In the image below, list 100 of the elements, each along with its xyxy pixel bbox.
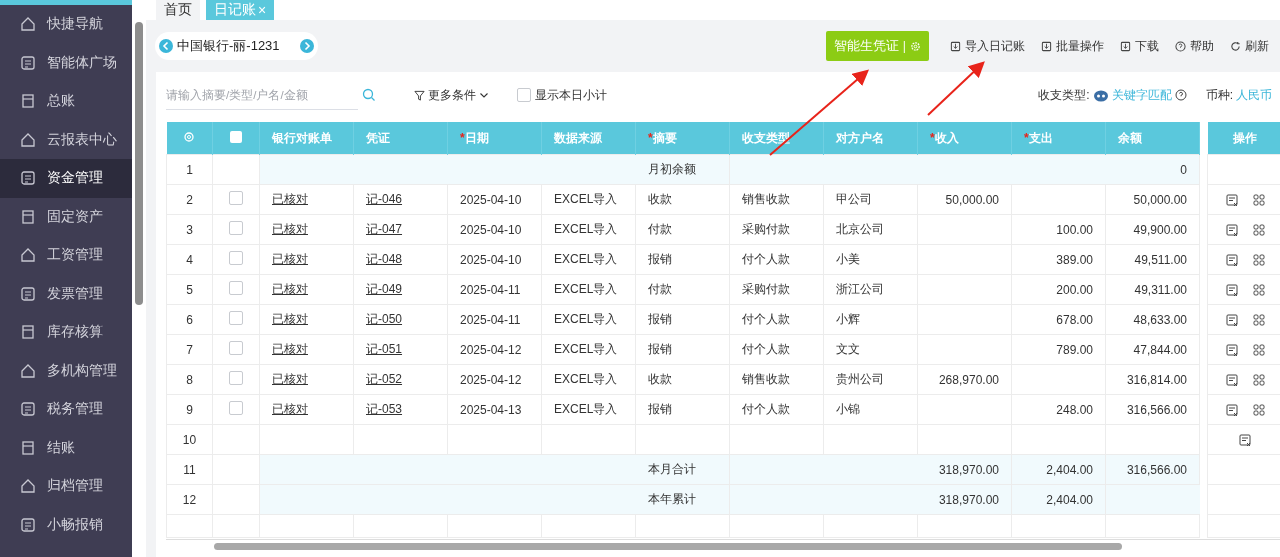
table-cell: 销售收款 [729, 364, 824, 395]
reconciled-link[interactable]: 已核对 [272, 372, 308, 386]
grid-icon[interactable] [1252, 254, 1265, 267]
voucher-link[interactable]: 记-047 [366, 222, 403, 236]
table-cell: 200.00 [1011, 274, 1106, 305]
voucher-link[interactable]: 记-052 [366, 372, 403, 386]
tool-icon [1120, 40, 1131, 52]
voucher-link[interactable]: 记-049 [366, 282, 403, 296]
annotation-arrow [927, 61, 985, 116]
reconciled-link[interactable]: 已核对 [272, 192, 308, 206]
more-filters-button[interactable]: 更多条件 [414, 86, 489, 104]
table-cell: 49,311.00 [1105, 274, 1200, 305]
toolbar-button[interactable]: 批量操作 [1034, 34, 1111, 58]
menu-icon [20, 401, 36, 418]
voucher-link[interactable]: 记-051 [366, 342, 403, 356]
menu-icon [20, 362, 36, 379]
row-number: 6 [166, 304, 213, 335]
toolbar-button[interactable]: 刷新 [1223, 34, 1276, 58]
edit-icon[interactable] [1225, 223, 1239, 237]
sidebar-item[interactable]: 结账 [0, 428, 132, 467]
edit-icon[interactable] [1225, 313, 1239, 327]
sidebar-item[interactable]: 资金管理 [0, 159, 132, 198]
table-cell: 文文 [823, 334, 918, 365]
voucher-link[interactable]: 记-048 [366, 252, 403, 266]
edit-icon[interactable] [1225, 253, 1239, 267]
sidebar-item[interactable]: 智能体广场 [0, 43, 132, 82]
edit-icon[interactable] [1225, 373, 1239, 387]
table-cell: EXCEL导入 [541, 334, 636, 365]
sidebar-item[interactable]: 工资管理 [0, 236, 132, 275]
table-cell: 采购付款 [729, 274, 824, 305]
edit-icon[interactable] [1225, 283, 1239, 297]
grid-icon[interactable] [1252, 374, 1265, 387]
sidebar-item[interactable]: 发票管理 [0, 274, 132, 313]
menu-icon [20, 93, 36, 110]
table-cell: 2025-04-11 [447, 274, 542, 305]
row-checkbox[interactable] [229, 191, 243, 205]
scrollbar[interactable] [166, 539, 1280, 552]
row-checkbox[interactable] [229, 251, 243, 265]
sidebar-item[interactable]: 税务管理 [0, 390, 132, 429]
table-cell: 报销 [635, 304, 730, 335]
sidebar-item[interactable]: 归档管理 [0, 467, 132, 506]
table-cell: 本年累计 [635, 484, 730, 515]
table-cell: EXCEL导入 [541, 214, 636, 245]
table-cell: 2,404.00 [1011, 484, 1106, 515]
edit-icon[interactable] [1238, 433, 1252, 447]
checkbox-label: 显示本日小计 [535, 86, 607, 104]
help-icon[interactable] [1174, 89, 1187, 101]
reconciled-link[interactable]: 已核对 [272, 252, 308, 266]
reconciled-link[interactable]: 已核对 [272, 312, 308, 326]
sidebar-item[interactable]: 云报表中心 [0, 120, 132, 159]
row-checkbox[interactable] [229, 311, 243, 325]
scrollbar[interactable] [132, 0, 146, 557]
toolbar-button[interactable]: 导入日记账 [943, 34, 1032, 58]
grid-icon[interactable] [1252, 194, 1265, 207]
search-field[interactable]: 请输入摘要/类型/户名/金额 [166, 80, 358, 110]
reconciled-link[interactable]: 已核对 [272, 402, 308, 416]
table-cell: 49,900.00 [1105, 214, 1200, 245]
grid-icon[interactable] [1252, 404, 1265, 417]
select-all-checkbox[interactable] [230, 130, 242, 143]
sidebar-item[interactable]: 库存核算 [0, 313, 132, 352]
reconciled-link[interactable]: 已核对 [272, 342, 308, 356]
table-cell: 付款 [635, 214, 730, 245]
toolbar-button[interactable]: 帮助 [1168, 34, 1221, 58]
table-cell: 318,970.00 [917, 454, 1012, 485]
voucher-link[interactable]: 记-046 [366, 192, 403, 206]
edit-icon[interactable] [1225, 193, 1239, 207]
toolbar-button[interactable]: 下载 [1113, 34, 1166, 58]
sidebar-item[interactable]: 多机构管理 [0, 351, 132, 390]
edit-icon[interactable] [1225, 403, 1239, 417]
voucher-link[interactable]: 记-053 [366, 402, 403, 416]
grid-icon[interactable] [1252, 344, 1265, 357]
sidebar-item[interactable]: 小畅报销 [0, 505, 132, 544]
grid-icon[interactable] [1252, 224, 1265, 237]
reconciled-link[interactable]: 已核对 [272, 222, 308, 236]
sidebar-item[interactable]: 固定资产 [0, 197, 132, 236]
table-cell: 49,511.00 [1105, 244, 1200, 275]
checkbox[interactable] [517, 88, 531, 102]
tab[interactable]: 首页 [156, 0, 200, 20]
grid-icon[interactable] [1252, 314, 1265, 327]
table-cell: 报销 [635, 394, 730, 425]
sidebar-item[interactable]: 快捷导航 [0, 5, 132, 44]
row-checkbox[interactable] [229, 341, 243, 355]
row-checkbox[interactable] [229, 371, 243, 385]
sidebar-item[interactable]: 总账 [0, 82, 132, 121]
voucher-link[interactable]: 记-050 [366, 312, 403, 326]
table-cell: 收款 [635, 184, 730, 215]
table-cell: EXCEL导入 [541, 394, 636, 425]
row-checkbox[interactable] [229, 221, 243, 235]
table-cell: 0 [1105, 154, 1200, 185]
table-cell: 2025-04-12 [447, 334, 542, 365]
edit-icon[interactable] [1225, 343, 1239, 357]
grid-icon[interactable] [1252, 284, 1265, 297]
robot-icon [1092, 88, 1109, 102]
menu-icon [20, 54, 36, 71]
reconciled-link[interactable]: 已核对 [272, 282, 308, 296]
row-number: 11 [166, 454, 213, 485]
table-cell: 销售收款 [729, 184, 824, 215]
row-checkbox[interactable] [229, 281, 243, 295]
table-cell: 付个人款 [729, 394, 824, 425]
row-checkbox[interactable] [229, 401, 243, 415]
